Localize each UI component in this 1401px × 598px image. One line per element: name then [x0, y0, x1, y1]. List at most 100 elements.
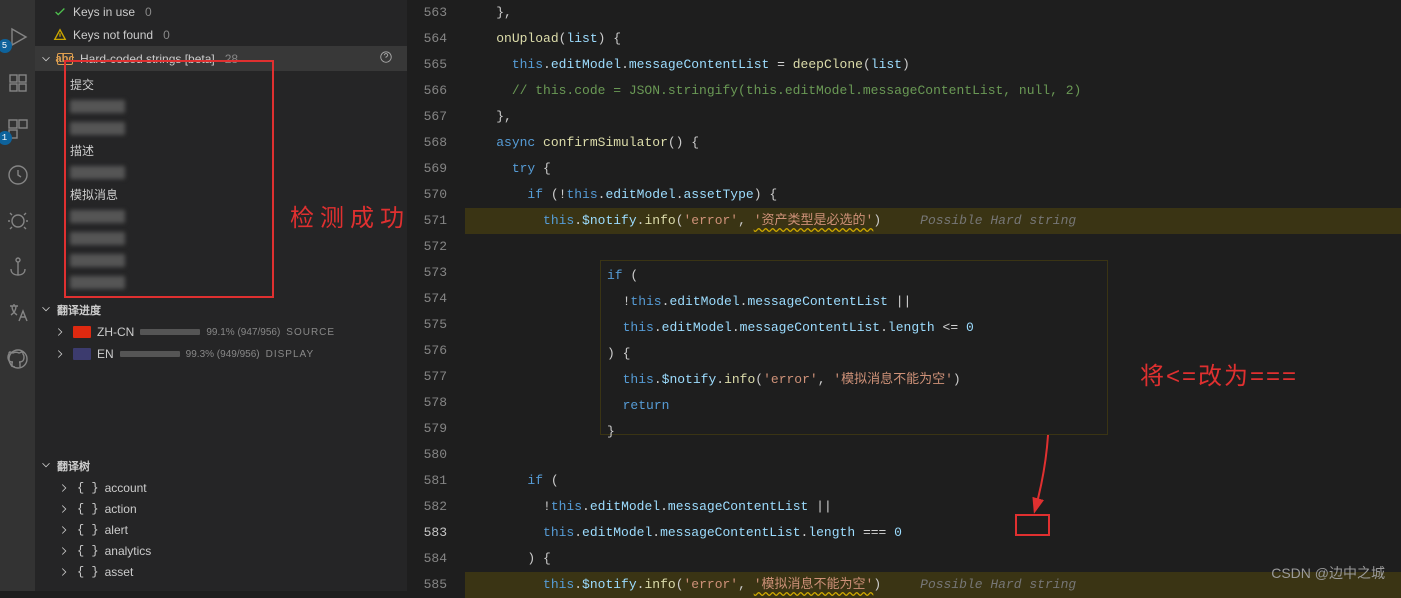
github-icon[interactable] [6, 347, 30, 371]
chevron-right-icon [57, 544, 71, 558]
line-number: 572 [407, 234, 447, 260]
tree-item[interactable]: { }alert [39, 519, 407, 540]
extensions-icon[interactable]: 1 [6, 117, 30, 141]
flag-icon [73, 348, 91, 360]
check-icon [53, 5, 67, 19]
sidebar-panel: Keys in use 0 Keys not found 0 abc Hard-… [35, 0, 407, 591]
lang-tag: SOURCE [286, 327, 335, 338]
float-code-box: if ( !this.editModel.messageContentList … [600, 260, 1108, 435]
chevron-down-icon [39, 302, 53, 319]
tree-item[interactable]: { }analytics [39, 540, 407, 561]
tree-item[interactable]: { }account [39, 477, 407, 498]
line-number: 569 [407, 156, 447, 182]
lang-tag: DISPLAY [266, 349, 315, 360]
line-number: 567 [407, 104, 447, 130]
code-line[interactable]: try { [465, 156, 1401, 182]
hardcoded-item[interactable] [70, 119, 407, 137]
code-line[interactable]: ) { [465, 546, 1401, 572]
hardcoded-label: Hard-coded strings [beta] [80, 52, 215, 66]
hardcoded-item[interactable] [70, 251, 407, 269]
flag-icon [73, 326, 91, 338]
translate-icon[interactable] [6, 301, 30, 325]
code-line[interactable] [465, 234, 1401, 260]
line-number: 585 [407, 572, 447, 598]
code-line[interactable] [465, 442, 1401, 468]
lang-code: ZH-CN [97, 325, 134, 339]
keys-in-use-count: 0 [145, 5, 152, 19]
hardcoded-item[interactable]: 提交 [70, 75, 407, 93]
run-icon[interactable]: 5 [6, 25, 30, 49]
hardcoded-item[interactable] [70, 273, 407, 291]
progress-bar [120, 351, 180, 357]
line-number: 565 [407, 52, 447, 78]
line-number: 584 [407, 546, 447, 572]
keys-not-found-row[interactable]: Keys not found 0 [35, 23, 407, 46]
hardcoded-item[interactable] [70, 97, 407, 115]
lang-pct: 99.1% (947/956) [206, 327, 280, 338]
chevron-right-icon [57, 565, 71, 579]
code-line[interactable]: if (!this.editModel.assetType) { [465, 182, 1401, 208]
lang-code: EN [97, 347, 114, 361]
code-line[interactable]: // this.code = JSON.stringify(this.editM… [465, 78, 1401, 104]
keys-not-found-label: Keys not found [73, 28, 153, 42]
lang-pct: 99.3% (949/956) [186, 349, 260, 360]
tree-item[interactable]: { }asset [39, 561, 407, 582]
line-number: 581 [407, 468, 447, 494]
code-line[interactable]: this.$notify.info('error', '资产类型是必选的') P… [465, 208, 1401, 234]
code-line[interactable]: async confirmSimulator() { [465, 130, 1401, 156]
chevron-right-icon [57, 502, 71, 516]
code-line[interactable]: this.editModel.messageContentList.length… [465, 520, 1401, 546]
anchor-icon[interactable] [6, 255, 30, 279]
line-number: 577 [407, 364, 447, 390]
chevron-right-icon [57, 481, 71, 495]
tree-item[interactable]: { }action [39, 498, 407, 519]
bug-icon[interactable] [6, 209, 30, 233]
keys-in-use-label: Keys in use [73, 5, 135, 19]
code-line[interactable]: this.editModel.messageContentList = deep… [465, 52, 1401, 78]
line-number: 580 [407, 442, 447, 468]
abc-icon: abc [57, 53, 73, 65]
line-number: 582 [407, 494, 447, 520]
keys-in-use-row[interactable]: Keys in use 0 [35, 0, 407, 23]
code-line[interactable]: }, [465, 104, 1401, 130]
hardcoded-count: 28 [225, 52, 238, 66]
ext-badge: 1 [0, 131, 12, 145]
hardcoded-header[interactable]: abc Hard-coded strings [beta] 28 [35, 46, 407, 71]
warning-icon [53, 28, 67, 42]
hardcoded-item[interactable] [70, 229, 407, 247]
translation-progress-label: 翻译进度 [57, 302, 101, 318]
line-number: 575 [407, 312, 447, 338]
chevron-down-icon [39, 458, 53, 475]
timeline-icon[interactable] [6, 163, 30, 187]
lang-row[interactable]: ZH-CN 99.1% (947/956) SOURCE [35, 321, 407, 343]
tree-block: { }account{ }action{ }alert{ }analytics{… [35, 477, 407, 582]
code-line[interactable]: }, [465, 0, 1401, 26]
hardcoded-item[interactable]: 模拟消息 [70, 185, 407, 203]
tree-header-label: 翻译树 [57, 458, 90, 474]
chevron-right-icon [53, 347, 67, 361]
progress-bar [140, 329, 200, 335]
hardcoded-item[interactable]: 描述 [70, 141, 407, 159]
code-line[interactable]: this.$notify.info('error', '模拟消息不能为空') P… [465, 572, 1401, 598]
line-number: 579 [407, 416, 447, 442]
activity-bar: 5 1 [0, 0, 35, 591]
line-number: 574 [407, 286, 447, 312]
line-number: 564 [407, 26, 447, 52]
code-line[interactable]: if ( [465, 468, 1401, 494]
lang-row[interactable]: EN 99.3% (949/956) DISPLAY [35, 343, 407, 365]
code-line[interactable]: !this.editModel.messageContentList || [465, 494, 1401, 520]
hardcoded-item[interactable] [70, 207, 407, 225]
code-line[interactable]: onUpload(list) { [465, 26, 1401, 52]
line-number: 568 [407, 130, 447, 156]
line-number: 583 [407, 520, 447, 546]
line-number: 563 [407, 0, 447, 26]
hardcoded-item[interactable] [70, 163, 407, 181]
lang-rows: ZH-CN 99.1% (947/956) SOURCE EN 99.3% (9… [35, 321, 407, 365]
line-number: 576 [407, 338, 447, 364]
help-icon[interactable] [379, 50, 393, 67]
puzzle-icon[interactable] [6, 71, 30, 95]
translation-progress-header[interactable]: 翻译进度 [35, 299, 407, 321]
line-number: 571 [407, 208, 447, 234]
tree-header[interactable]: 翻译树 [35, 455, 407, 477]
line-number: 573 [407, 260, 447, 286]
